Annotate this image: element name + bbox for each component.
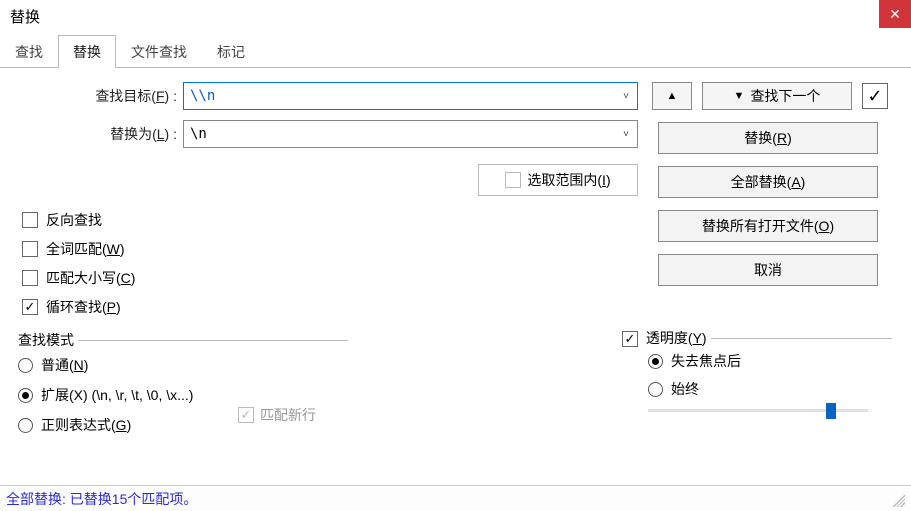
match-newline-row: ✓ 匹配新行 — [238, 405, 316, 425]
mode-normal-label: 普通(N) — [41, 355, 88, 375]
wrap-checkbox[interactable]: ✓ — [22, 299, 38, 315]
cancel-button[interactable]: 取消 — [658, 254, 878, 286]
status-text: 全部替换: 已替换15个匹配项。 — [6, 489, 197, 509]
find-combo[interactable]: ˅ — [183, 82, 638, 110]
find-input[interactable] — [184, 88, 615, 104]
search-mode-group: 查找模式 普通(N) 扩展(X) (\n, \r, \t, \0, \x...)… — [18, 340, 348, 435]
find-label: 查找目标(F) : — [8, 86, 183, 106]
replace-all-open-button[interactable]: 替换所有打开文件(O) — [658, 210, 878, 242]
up-arrow-icon: ▲ — [667, 90, 678, 102]
backward-checkbox[interactable] — [22, 212, 38, 228]
close-icon: ✕ — [889, 6, 901, 23]
wholeword-checkbox[interactable] — [22, 241, 38, 257]
replace-button[interactable]: 替换(R) — [658, 122, 878, 154]
tab-bar: 查找 替换 文件查找 标记 — [0, 34, 911, 68]
wrap-indicator-check[interactable]: ✓ — [862, 83, 888, 109]
trans-onlosefocus-label: 失去焦点后 — [671, 351, 741, 371]
match-newline-label: 匹配新行 — [260, 405, 316, 425]
options-group: 反向查找 全词匹配(W) 匹配大小写(C) ✓ 循环查找(P) — [22, 210, 135, 317]
transparency-title-row: ✓ 透明度(Y) — [622, 328, 711, 348]
mode-regex-radio[interactable] — [18, 418, 33, 433]
close-button[interactable]: ✕ — [879, 0, 911, 28]
trans-always-label: 始终 — [671, 379, 699, 399]
tab-findinfiles[interactable]: 文件查找 — [116, 35, 202, 68]
mode-normal-radio[interactable] — [18, 358, 33, 373]
matchcase-checkbox[interactable] — [22, 270, 38, 286]
window-title: 替换 — [0, 0, 50, 33]
mode-extended-label: 扩展(X) (\n, \r, \t, \0, \x...) — [41, 385, 193, 405]
matchcase-label: 匹配大小写(C) — [46, 268, 135, 288]
search-mode-title: 查找模式 — [18, 330, 78, 350]
replace-combo[interactable]: ˅ — [183, 120, 638, 148]
down-arrow-icon: ▼ — [734, 90, 745, 102]
transparency-checkbox[interactable]: ✓ — [622, 331, 638, 347]
tab-mark[interactable]: 标记 — [202, 35, 260, 68]
status-bar: 全部替换: 已替换15个匹配项。 — [0, 485, 911, 511]
in-selection-checkbox — [505, 172, 521, 188]
resize-grip[interactable] — [889, 491, 905, 507]
transparency-slider[interactable] — [648, 403, 868, 419]
find-next-label: 查找下一个 — [750, 86, 820, 106]
replace-label: 替换为(L) : — [8, 124, 183, 144]
in-selection-box: 选取范围内(I) — [478, 164, 638, 196]
tab-find[interactable]: 查找 — [0, 35, 58, 68]
wrap-label: 循环查找(P) — [46, 297, 121, 317]
find-next-button[interactable]: ▼ 查找下一个 — [702, 82, 852, 110]
find-dropdown-caret[interactable]: ˅ — [615, 91, 637, 102]
backward-label: 反向查找 — [46, 210, 102, 230]
mode-regex-label: 正则表达式(G) — [41, 415, 131, 435]
transparency-group: ✓ 透明度(Y) 失去焦点后 始终 — [626, 338, 892, 419]
replace-input[interactable] — [184, 126, 615, 142]
slider-thumb[interactable] — [826, 403, 836, 419]
transparency-title: 透明度(Y) — [646, 330, 707, 346]
mode-extended-radio[interactable] — [18, 388, 33, 403]
find-prev-button[interactable]: ▲ — [652, 82, 692, 110]
wholeword-label: 全词匹配(W) — [46, 239, 125, 259]
tab-replace[interactable]: 替换 — [58, 35, 116, 68]
trans-always-radio[interactable] — [648, 382, 663, 397]
replace-dropdown-caret[interactable]: ˅ — [615, 129, 637, 140]
replace-all-button[interactable]: 全部替换(A) — [658, 166, 878, 198]
in-selection-label: 选取范围内(I) — [527, 170, 610, 190]
trans-onlosefocus-radio[interactable] — [648, 354, 663, 369]
match-newline-checkbox: ✓ — [238, 407, 254, 423]
